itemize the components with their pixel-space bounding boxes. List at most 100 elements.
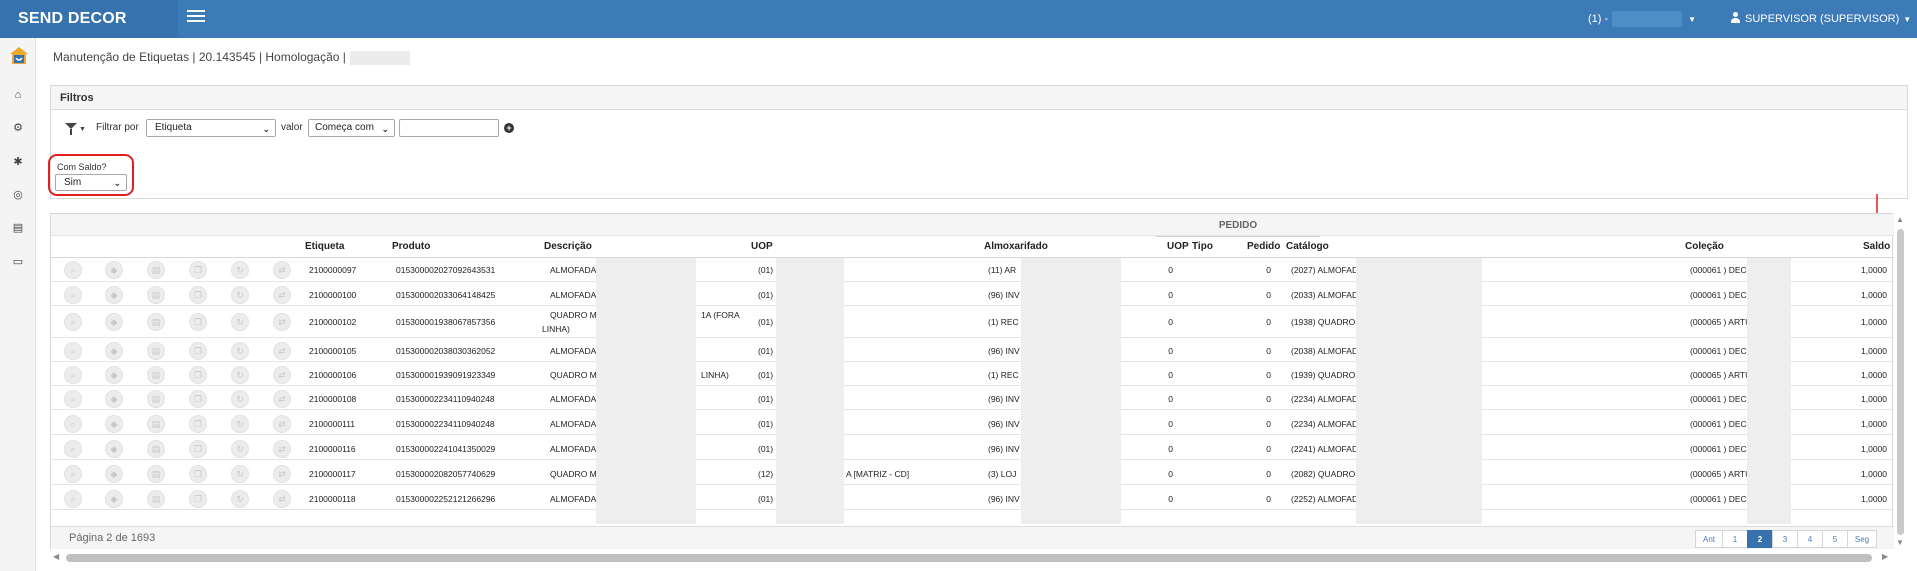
page-1-button[interactable]: 1 [1722, 530, 1748, 548]
page-5-button[interactable]: 5 [1822, 530, 1848, 548]
tag-icon[interactable]: ◆ [105, 490, 123, 508]
table-row[interactable]: ⌕ ◆ ▤ ❐ ↻ ⇄ 2100000118 015300002252121266296 (01… [51, 487, 1894, 510]
horizontal-scroll-thumb[interactable] [66, 554, 1872, 562]
scroll-down-icon[interactable]: ▼ [1896, 538, 1904, 547]
dashboard-icon[interactable]: ◎ [12, 189, 24, 201]
cogs-icon[interactable]: ⚙ [12, 122, 24, 134]
shuffle-icon[interactable]: ⇄ [273, 261, 291, 279]
search-icon[interactable]: ⌕ [64, 490, 82, 508]
horizontal-scrollbar[interactable]: ◀ ▶ [50, 552, 1893, 564]
col-colecao[interactable]: Coleção [1685, 236, 1724, 258]
document-icon[interactable]: ▤ [147, 286, 165, 304]
col-descricao[interactable]: Descrição [544, 236, 592, 258]
app-logo-icon[interactable] [9, 46, 29, 66]
col-saldo[interactable]: Saldo [1863, 236, 1890, 258]
copy-icon[interactable]: ❐ [189, 313, 207, 331]
copy-icon[interactable]: ❐ [189, 390, 207, 408]
tag-icon[interactable]: ◆ [105, 286, 123, 304]
col-almoxarifado[interactable]: Almoxarifado [984, 236, 1048, 258]
search-icon[interactable]: ⌕ [64, 440, 82, 458]
history-icon[interactable]: ↻ [231, 366, 249, 384]
document-icon[interactable]: ▤ [147, 490, 165, 508]
document-icon[interactable]: ▤ [147, 390, 165, 408]
vertical-scrollbar[interactable]: ▲ ▼ [1895, 213, 1907, 549]
add-filter-icon[interactable]: + [504, 123, 514, 133]
shuffle-icon[interactable]: ⇄ [273, 415, 291, 433]
operator-select[interactable]: Começa com ⌄ [308, 119, 395, 137]
document-icon[interactable]: ▤ [12, 222, 24, 234]
copy-icon[interactable]: ❐ [189, 490, 207, 508]
col-uop[interactable]: UOP [751, 236, 773, 258]
vertical-scroll-thumb[interactable] [1897, 229, 1904, 535]
page-prev-button[interactable]: Ant [1695, 530, 1723, 548]
document-icon[interactable]: ▤ [147, 465, 165, 483]
search-icon[interactable]: ⌕ [64, 415, 82, 433]
user-menu[interactable]: SUPERVISOR (SUPERVISOR) ▼ [1731, 0, 1911, 38]
history-icon[interactable]: ↻ [231, 490, 249, 508]
brand-logo[interactable]: SEND DECOR [0, 0, 178, 38]
laptop-icon[interactable]: ▭ [12, 256, 24, 268]
col-etiqueta[interactable]: Etiqueta [305, 236, 344, 258]
shuffle-icon[interactable]: ⇄ [273, 342, 291, 360]
caret-down-icon[interactable]: ▼ [79, 126, 86, 133]
search-icon[interactable]: ⌕ [64, 465, 82, 483]
table-row[interactable]: ⌕ ◆ ▤ ❐ ↻ ⇄ 2100000100 015300002033064148425 (01… [51, 284, 1894, 306]
history-icon[interactable]: ↻ [231, 313, 249, 331]
table-row[interactable]: ⌕ ◆ ▤ ❐ ↻ ⇄ 2100000106 015300001939091923349 (01… [51, 364, 1894, 386]
company-selector[interactable]: (1) - ▼ [1588, 0, 1696, 38]
search-icon[interactable]: ⌕ [64, 390, 82, 408]
col-pedido-uop[interactable]: UOP [1167, 236, 1189, 258]
col-pedido-pedido[interactable]: Pedido [1247, 236, 1280, 258]
copy-icon[interactable]: ❐ [189, 261, 207, 279]
filter-icon[interactable] [65, 123, 77, 135]
shuffle-icon[interactable]: ⇄ [273, 490, 291, 508]
history-icon[interactable]: ↻ [231, 390, 249, 408]
document-icon[interactable]: ▤ [147, 313, 165, 331]
search-icon[interactable]: ⌕ [64, 342, 82, 360]
shuffle-icon[interactable]: ⇄ [273, 366, 291, 384]
page-next-button[interactable]: Seg [1847, 530, 1877, 548]
home-icon[interactable]: ⌂ [12, 89, 24, 101]
tag-icon[interactable]: ◆ [105, 390, 123, 408]
history-icon[interactable]: ↻ [231, 465, 249, 483]
shuffle-icon[interactable]: ⇄ [273, 440, 291, 458]
document-icon[interactable]: ▤ [147, 366, 165, 384]
shuffle-icon[interactable]: ⇄ [273, 465, 291, 483]
table-row[interactable]: ⌕ ◆ ▤ ❐ ↻ ⇄ 2100000105 015300002038030362052 (01… [51, 340, 1894, 362]
menu-toggle-icon[interactable] [187, 10, 205, 24]
scroll-up-icon[interactable]: ▲ [1896, 215, 1904, 224]
document-icon[interactable]: ▤ [147, 261, 165, 279]
filter-value-input[interactable] [399, 119, 499, 137]
copy-icon[interactable]: ❐ [189, 465, 207, 483]
scroll-left-icon[interactable]: ◀ [53, 552, 59, 561]
tag-icon[interactable]: ◆ [105, 261, 123, 279]
col-pedido-tipo[interactable]: Tipo [1192, 236, 1213, 258]
shuffle-icon[interactable]: ⇄ [273, 286, 291, 304]
gear-icon[interactable]: ✱ [12, 156, 24, 168]
table-row[interactable]: ⌕ ◆ ▤ ❐ ↻ ⇄ 2100000117 015300002082057740629 (12… [51, 462, 1894, 485]
table-row[interactable]: ⌕ ◆ ▤ ❐ ↻ ⇄ 2100000116 015300002241041350029 (01… [51, 437, 1894, 460]
tag-icon[interactable]: ◆ [105, 313, 123, 331]
search-icon[interactable]: ⌕ [64, 286, 82, 304]
search-icon[interactable]: ⌕ [64, 261, 82, 279]
history-icon[interactable]: ↻ [231, 342, 249, 360]
tag-icon[interactable]: ◆ [105, 440, 123, 458]
copy-icon[interactable]: ❐ [189, 440, 207, 458]
shuffle-icon[interactable]: ⇄ [273, 390, 291, 408]
tag-icon[interactable]: ◆ [105, 342, 123, 360]
tag-icon[interactable]: ◆ [105, 465, 123, 483]
search-icon[interactable]: ⌕ [64, 366, 82, 384]
history-icon[interactable]: ↻ [231, 286, 249, 304]
col-catalogo[interactable]: Catálogo [1286, 236, 1329, 258]
history-icon[interactable]: ↻ [231, 261, 249, 279]
page-4-button[interactable]: 4 [1797, 530, 1823, 548]
shuffle-icon[interactable]: ⇄ [273, 313, 291, 331]
filter-field-select[interactable]: Etiqueta ⌄ [146, 119, 276, 137]
document-icon[interactable]: ▤ [147, 415, 165, 433]
page-2-button[interactable]: 2 [1747, 530, 1773, 548]
col-produto[interactable]: Produto [392, 236, 430, 258]
copy-icon[interactable]: ❐ [189, 415, 207, 433]
search-icon[interactable]: ⌕ [64, 313, 82, 331]
document-icon[interactable]: ▤ [147, 440, 165, 458]
table-row[interactable]: ⌕ ◆ ▤ ❐ ↻ ⇄ 2100000111 015300002234110940248 (01… [51, 412, 1894, 435]
